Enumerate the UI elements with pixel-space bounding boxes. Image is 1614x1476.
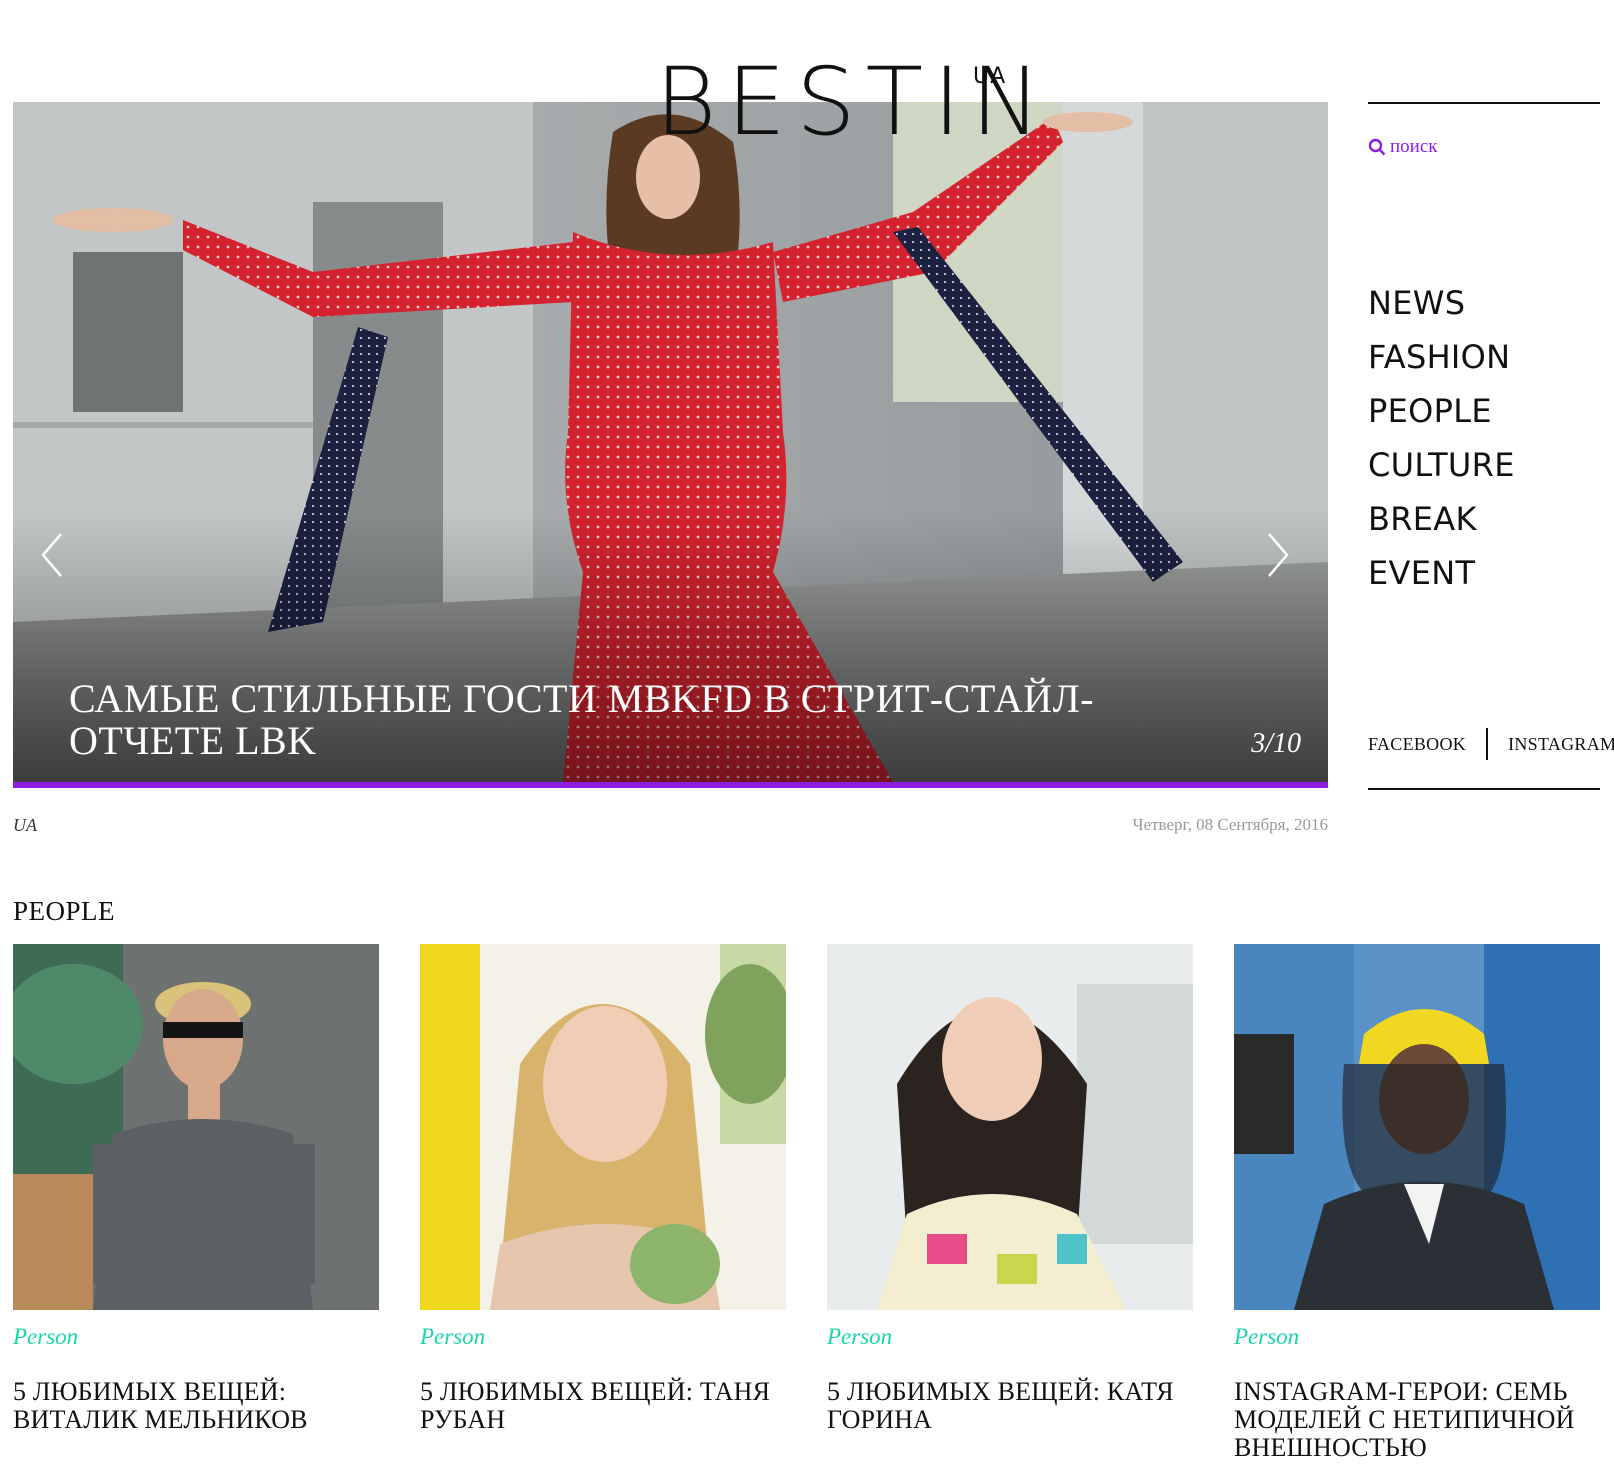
nav-item-culture[interactable]: CULTURE — [1368, 438, 1515, 492]
article-category[interactable]: Person — [13, 1324, 379, 1350]
article-card[interactable]: Person 5 ЛЮБИМЫХ ВЕЩЕЙ: ТАНЯ РУБАН — [420, 944, 786, 1434]
chevron-left-icon[interactable] — [37, 530, 67, 580]
article-category[interactable]: Person — [827, 1324, 1193, 1350]
facebook-link[interactable]: FACEBOOK — [1368, 734, 1466, 755]
nav-item-people[interactable]: PEOPLE — [1368, 384, 1515, 438]
article-card[interactable]: Person 5 ЛЮБИМЫХ ВЕЩЕЙ: ВИТАЛИК МЕЛЬНИКО… — [13, 944, 379, 1434]
nav-item-event[interactable]: EVENT — [1368, 546, 1515, 600]
article-category[interactable]: Person — [1234, 1324, 1600, 1350]
article-title[interactable]: 5 ЛЮБИМЫХ ВЕЩЕЙ: ВИТАЛИК МЕЛЬНИКОВ — [13, 1378, 379, 1434]
article-card[interactable]: Person 5 ЛЮБИМЫХ ВЕЩЕЙ: КАТЯ ГОРИНА — [827, 944, 1193, 1434]
logo-sup: UA — [973, 64, 1007, 89]
nav-item-break[interactable]: BREAK — [1368, 492, 1515, 546]
search-label: поиск — [1390, 136, 1438, 157]
article-title[interactable]: INSTAGRAM-ГЕРОИ: СЕМЬ МОДЕЛЕЙ С НЕТИПИЧН… — [1234, 1378, 1600, 1462]
hero-slider[interactable]: САМЫЕ СТИЛЬНЫЕ ГОСТИ MBKFD В СТРИТ-СТАЙЛ… — [13, 102, 1328, 782]
article-category[interactable]: Person — [420, 1324, 786, 1350]
article-image[interactable] — [827, 944, 1193, 1310]
social-divider — [1486, 728, 1489, 760]
language-switch[interactable]: UA — [13, 815, 37, 836]
article-image[interactable] — [1234, 944, 1600, 1310]
site-logo[interactable]: BESTIN UA — [655, 56, 1041, 150]
sidebar-bottom-divider — [1368, 788, 1600, 790]
sidebar-top-divider — [1368, 102, 1600, 104]
main-nav: NEWS FASHION PEOPLE CULTURE BREAK EVENT — [1368, 276, 1515, 600]
nav-item-news[interactable]: NEWS — [1368, 276, 1515, 330]
hero-accent-bar — [13, 782, 1328, 788]
social-links: FACEBOOK INSTAGRAM — [1368, 728, 1614, 760]
search-link[interactable]: поиск — [1368, 136, 1438, 158]
current-date: Четверг, 08 Сентября, 2016 — [1132, 815, 1328, 834]
slide-counter: 3/10 — [1251, 728, 1301, 759]
article-image[interactable] — [13, 944, 379, 1310]
chevron-right-icon[interactable] — [1263, 530, 1293, 580]
instagram-link[interactable]: INSTAGRAM — [1508, 734, 1614, 755]
article-image[interactable] — [420, 944, 786, 1310]
article-card[interactable]: Person INSTAGRAM-ГЕРОИ: СЕМЬ МОДЕЛЕЙ С Н… — [1234, 944, 1600, 1462]
search-icon — [1368, 138, 1386, 156]
nav-item-fashion[interactable]: FASHION — [1368, 330, 1515, 384]
article-title[interactable]: 5 ЛЮБИМЫХ ВЕЩЕЙ: КАТЯ ГОРИНА — [827, 1378, 1193, 1434]
hero-title[interactable]: САМЫЕ СТИЛЬНЫЕ ГОСТИ MBKFD В СТРИТ-СТАЙЛ… — [69, 678, 1149, 762]
article-title[interactable]: 5 ЛЮБИМЫХ ВЕЩЕЙ: ТАНЯ РУБАН — [420, 1378, 786, 1434]
section-title[interactable]: PEOPLE — [13, 896, 115, 927]
